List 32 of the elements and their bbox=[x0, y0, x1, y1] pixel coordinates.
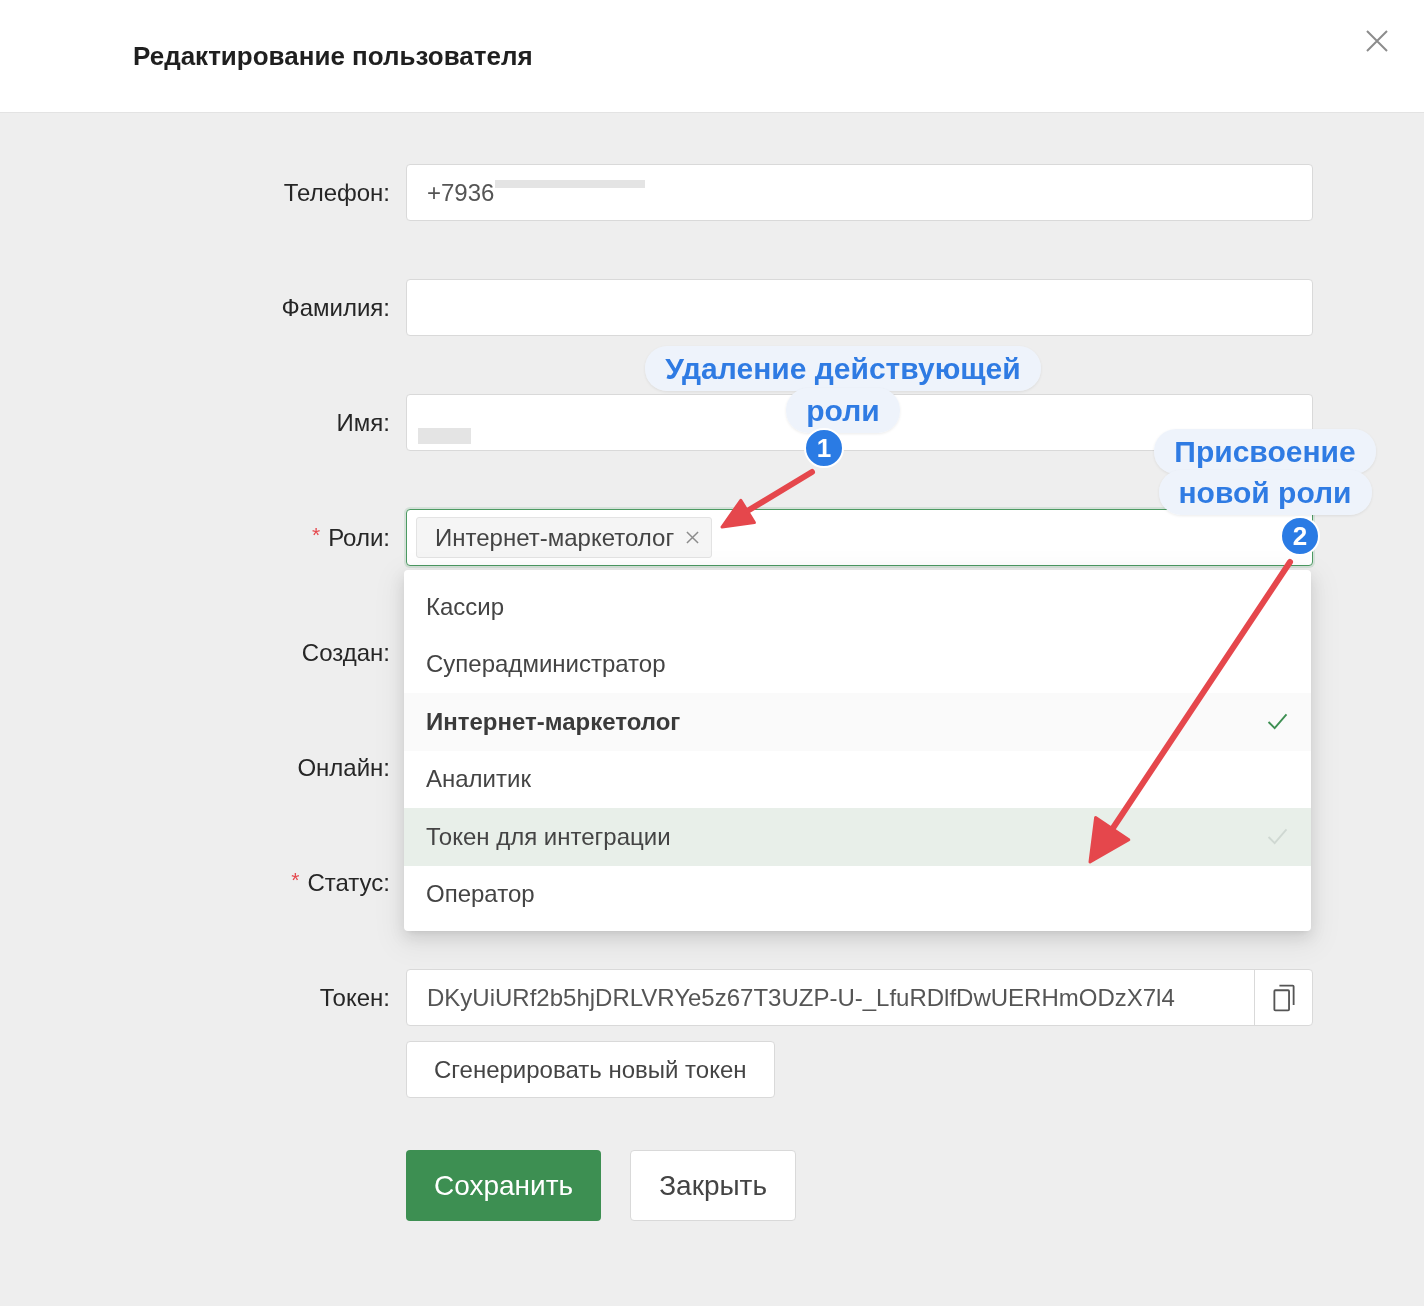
save-button[interactable]: Сохранить bbox=[406, 1150, 602, 1221]
token-field[interactable]: DKyUiURf2b5hjDRLVRYe5z67T3UZP-U-_LfuRDlfDwUERHmODzX7l4 bbox=[406, 969, 1313, 1026]
dialog-title: Редактирование пользователя bbox=[133, 40, 533, 72]
field-label: Онлайн: bbox=[297, 753, 390, 782]
required-mark: * bbox=[291, 867, 300, 892]
field-label: Токен: bbox=[319, 983, 390, 1012]
dropdown-option[interactable]: Аналитик bbox=[404, 750, 1311, 808]
dropdown-option[interactable]: Токен для интеграции bbox=[404, 808, 1311, 866]
field-label: Статус: bbox=[307, 868, 390, 897]
dropdown-option[interactable]: Суперадминистратор bbox=[404, 635, 1311, 693]
check-icon bbox=[1267, 828, 1288, 846]
field-label: Роли: bbox=[328, 523, 390, 552]
field-label: Фамилия: bbox=[281, 293, 390, 322]
input-field[interactable]: +7936 bbox=[406, 164, 1313, 221]
dropdown-option[interactable]: Оператор bbox=[404, 865, 1311, 923]
field-label: Создан: bbox=[301, 638, 390, 667]
generate-token-button[interactable]: Сгенерировать новый токен bbox=[406, 1041, 775, 1098]
input-field[interactable] bbox=[406, 279, 1313, 336]
field-label: Имя: bbox=[336, 408, 390, 437]
check-icon bbox=[1267, 713, 1288, 731]
tag-label: Интернет-маркетолог bbox=[435, 523, 675, 552]
close-icon[interactable] bbox=[1366, 30, 1388, 52]
dropdown-option[interactable]: Кассир bbox=[404, 578, 1311, 636]
required-mark: * bbox=[311, 522, 321, 547]
field-label: Телефон: bbox=[283, 178, 390, 207]
dropdown-option[interactable]: Интернет-маркетолог bbox=[404, 693, 1311, 751]
field-value: +7936 bbox=[427, 178, 495, 207]
close-icon[interactable] bbox=[686, 531, 700, 544]
close-button[interactable]: Закрыть bbox=[630, 1150, 796, 1221]
copy-icon[interactable] bbox=[1272, 983, 1295, 1012]
field-value: DKyUiURf2b5hjDRLVRYe5z67T3UZP-U-_LfuRDlfDwUERHmODzX7l4 bbox=[427, 983, 1175, 1012]
step-number-badge: 1 bbox=[804, 428, 844, 468]
